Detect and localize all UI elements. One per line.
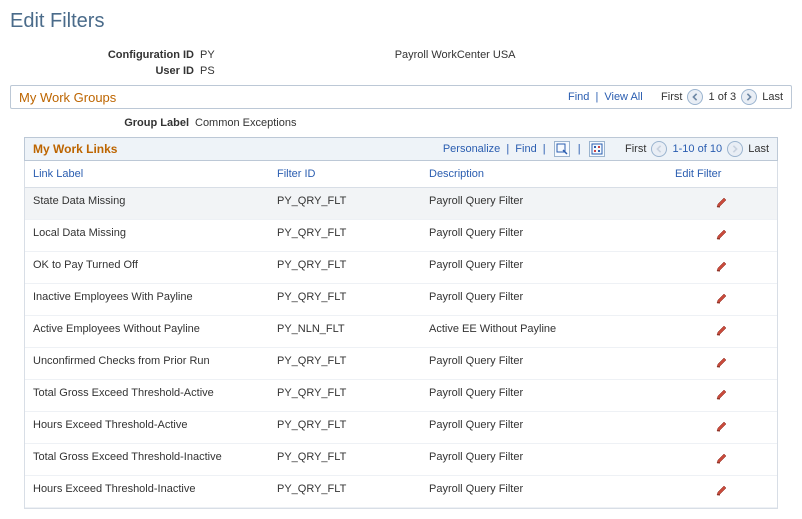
view-all-link[interactable]: View All	[604, 91, 642, 103]
table-row: Inactive Employees With PaylinePY_QRY_FL…	[25, 284, 777, 316]
user-id-value: PS	[200, 65, 215, 77]
edit-filter-icon[interactable]	[715, 419, 729, 436]
prev-icon[interactable]	[687, 89, 703, 105]
edit-filter-icon[interactable]	[715, 387, 729, 404]
config-id-value: PY	[200, 49, 215, 61]
cell-filter-id: PY_QRY_FLT	[269, 444, 421, 475]
table-row: Hours Exceed Threshold-ActivePY_QRY_FLTP…	[25, 412, 777, 444]
personalize-link[interactable]: Personalize	[443, 143, 500, 155]
zoom-icon[interactable]	[554, 141, 570, 157]
config-id-label: Configuration ID	[10, 49, 200, 61]
download-icon[interactable]	[589, 141, 605, 157]
links-last-label[interactable]: Last	[748, 143, 769, 155]
cell-description: Payroll Query Filter	[421, 220, 667, 251]
cell-link-label: Inactive Employees With Payline	[25, 284, 269, 315]
edit-filter-icon[interactable]	[715, 227, 729, 244]
config-id-desc: Payroll WorkCenter USA	[395, 49, 516, 61]
cell-description: Payroll Query Filter	[421, 380, 667, 411]
links-pager: 1-10 of 10	[673, 143, 723, 155]
user-id-label: User ID	[10, 65, 200, 77]
group-label-value: Common Exceptions	[195, 117, 297, 129]
cell-description: Payroll Query Filter	[421, 188, 667, 219]
table-row: Hours Exceed Threshold-InactivePY_QRY_FL…	[25, 476, 777, 508]
cell-link-label: Local Data Missing	[25, 220, 269, 251]
cell-link-label: Hours Exceed Threshold-Inactive	[25, 476, 269, 507]
cell-filter-id: PY_QRY_FLT	[269, 380, 421, 411]
edit-filter-icon[interactable]	[715, 291, 729, 308]
find-link[interactable]: Find	[568, 91, 589, 103]
edit-filter-icon[interactable]	[715, 355, 729, 372]
cell-link-label: State Data Missing	[25, 188, 269, 219]
my-work-groups-title: My Work Groups	[19, 90, 116, 105]
next-icon[interactable]	[741, 89, 757, 105]
separator: |	[540, 143, 549, 155]
cell-description: Payroll Query Filter	[421, 412, 667, 443]
page-title: Edit Filters	[10, 10, 792, 33]
col-link-label[interactable]: Link Label	[33, 168, 83, 180]
table-row: State Data MissingPY_QRY_FLTPayroll Quer…	[25, 188, 777, 220]
table-row: Local Data MissingPY_QRY_FLTPayroll Quer…	[25, 220, 777, 252]
separator: |	[503, 143, 512, 155]
cell-description: Payroll Query Filter	[421, 252, 667, 283]
links-next-icon[interactable]	[727, 141, 743, 157]
cell-link-label: Hours Exceed Threshold-Active	[25, 412, 269, 443]
cell-filter-id: PY_QRY_FLT	[269, 252, 421, 283]
cell-link-label: OK to Pay Turned Off	[25, 252, 269, 283]
cell-link-label: Active Employees Without Payline	[25, 316, 269, 347]
edit-filter-icon[interactable]	[715, 195, 729, 212]
cell-filter-id: PY_QRY_FLT	[269, 412, 421, 443]
cell-filter-id: PY_QRY_FLT	[269, 284, 421, 315]
group-label-label: Group Label	[110, 117, 195, 129]
edit-filter-icon[interactable]	[715, 323, 729, 340]
cell-link-label: Total Gross Exceed Threshold-Inactive	[25, 444, 269, 475]
col-filter-id[interactable]: Filter ID	[277, 168, 316, 180]
group-toolbar: My Work Groups Find | View All First 1 o…	[10, 85, 792, 109]
links-first-label[interactable]: First	[625, 143, 646, 155]
cell-link-label: Unconfirmed Checks from Prior Run	[25, 348, 269, 379]
last-label[interactable]: Last	[762, 91, 783, 103]
group-pager: 1 of 3	[709, 91, 737, 103]
links-prev-icon[interactable]	[651, 141, 667, 157]
col-description[interactable]: Description	[429, 168, 484, 180]
table-row: Active Employees Without PaylinePY_NLN_F…	[25, 316, 777, 348]
links-toolbar: My Work Links Personalize | Find | | Fir…	[24, 137, 778, 161]
links-table: Link Label Filter ID Description Edit Fi…	[24, 161, 778, 509]
cell-description: Payroll Query Filter	[421, 476, 667, 507]
cell-filter-id: PY_QRY_FLT	[269, 220, 421, 251]
separator: |	[592, 91, 601, 103]
table-row: Total Gross Exceed Threshold-ActivePY_QR…	[25, 380, 777, 412]
cell-description: Active EE Without Payline	[421, 316, 667, 347]
cell-description: Payroll Query Filter	[421, 444, 667, 475]
cell-description: Payroll Query Filter	[421, 284, 667, 315]
cell-link-label: Total Gross Exceed Threshold-Active	[25, 380, 269, 411]
links-find-link[interactable]: Find	[515, 143, 536, 155]
edit-filter-icon[interactable]	[715, 451, 729, 468]
edit-filter-icon[interactable]	[715, 483, 729, 500]
table-row: Total Gross Exceed Threshold-InactivePY_…	[25, 444, 777, 476]
cell-filter-id: PY_NLN_FLT	[269, 316, 421, 347]
cell-filter-id: PY_QRY_FLT	[269, 348, 421, 379]
cell-filter-id: PY_QRY_FLT	[269, 476, 421, 507]
edit-filter-icon[interactable]	[715, 259, 729, 276]
my-work-links-title: My Work Links	[33, 142, 117, 156]
table-row: OK to Pay Turned OffPY_QRY_FLTPayroll Qu…	[25, 252, 777, 284]
col-edit-filter[interactable]: Edit Filter	[675, 168, 721, 180]
cell-filter-id: PY_QRY_FLT	[269, 188, 421, 219]
cell-description: Payroll Query Filter	[421, 348, 667, 379]
table-row: Unconfirmed Checks from Prior RunPY_QRY_…	[25, 348, 777, 380]
separator: |	[575, 143, 584, 155]
first-label[interactable]: First	[661, 91, 682, 103]
